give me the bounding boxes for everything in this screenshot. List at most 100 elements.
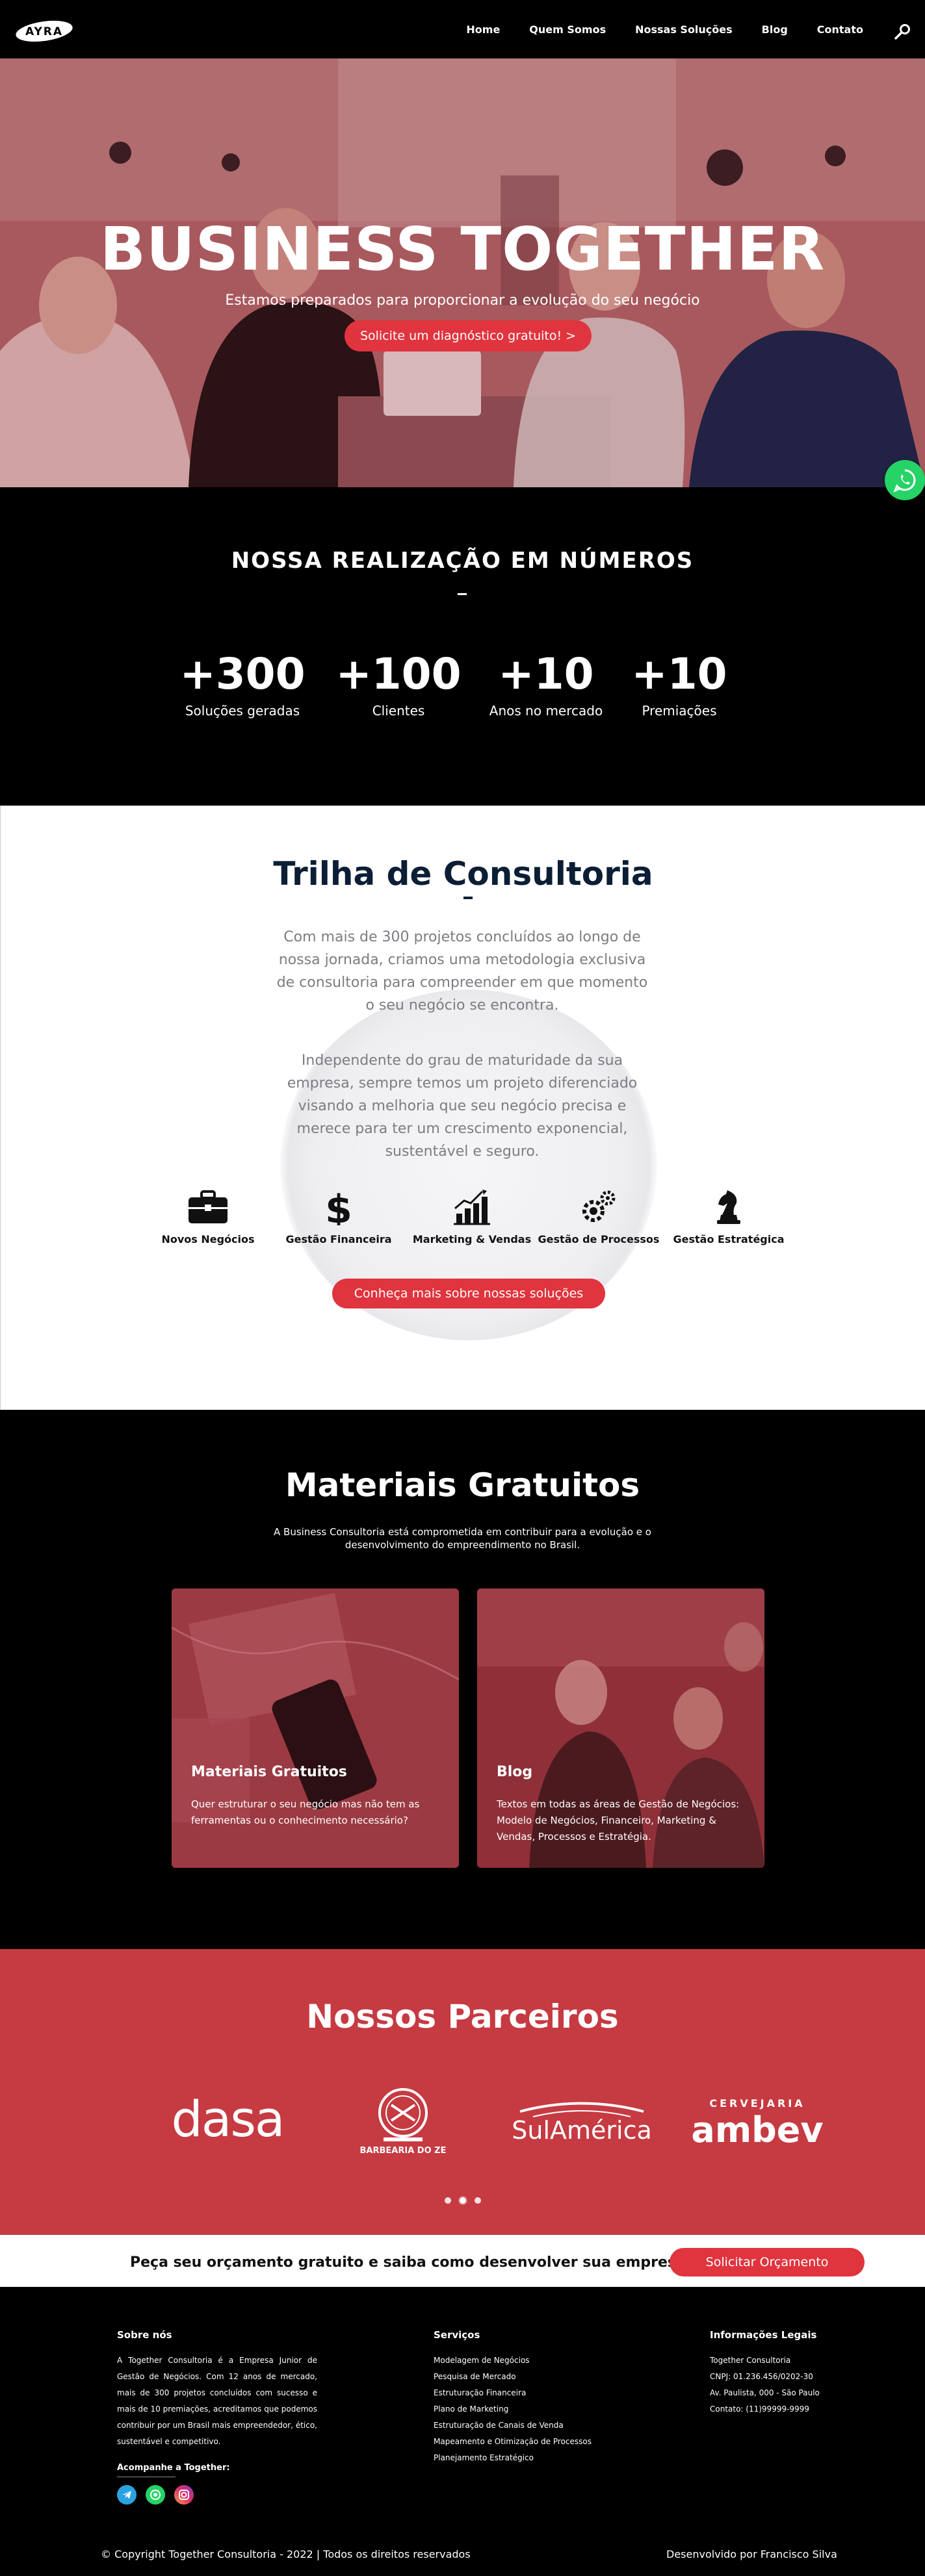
telegram-icon[interactable] xyxy=(117,2485,137,2505)
briefcase-icon xyxy=(189,1190,228,1223)
materiais-description: A Business Consultoria está comprometida… xyxy=(274,1526,651,1551)
service-label: Gestão Financeira xyxy=(285,1233,392,1245)
carousel-dot[interactable] xyxy=(444,2197,451,2204)
ayra-logo[interactable]: AYRA xyxy=(14,18,74,44)
nav-link-blog[interactable]: Blog xyxy=(762,23,788,36)
footer-legal-title: Informações Legais xyxy=(710,2329,817,2341)
service-gestao-processos[interactable]: Gestão de Processos xyxy=(534,1189,664,1245)
footer-services-title: Serviços xyxy=(434,2329,480,2341)
nav-link-contato[interactable]: Contato xyxy=(817,23,863,36)
footer-service-link[interactable]: Modelagem de Negócios xyxy=(434,2353,592,2369)
card-materiais-gratuitos[interactable]: Materiais Gratuitos Quer estruturar o se… xyxy=(172,1588,459,1868)
stat-anos: +10 Anos no mercado xyxy=(468,648,624,719)
svg-text:CERVEJARIA: CERVEJARIA xyxy=(709,2097,805,2110)
stat-label: Anos no mercado xyxy=(489,703,603,719)
card-text: Textos em todas as áreas de Gestão de Ne… xyxy=(497,1798,740,1843)
footer-about-text: A Together Consultoria é a Empresa Junio… xyxy=(117,2356,317,2446)
stat-clientes: +100 Clientes xyxy=(320,648,476,719)
legal-address: Av. Paulista, 000 - São Paulo xyxy=(710,2388,820,2397)
hero-title: BUSINESS TOGETHER xyxy=(99,214,826,284)
carousel-dot[interactable] xyxy=(474,2197,481,2204)
carousel-dots xyxy=(0,2197,925,2204)
nav-link-quem-somos[interactable]: Quem Somos xyxy=(529,23,606,36)
stat-label: Soluções geradas xyxy=(185,703,300,719)
svg-text:BARBEARIA DO ZE: BARBEARIA DO ZE xyxy=(360,2146,447,2156)
materiais-section: Materiais Gratuitos A Business Consultor… xyxy=(0,1410,925,1949)
stat-value: +10 xyxy=(498,649,594,699)
service-gestao-financeira[interactable]: $ Gestão Financeira xyxy=(274,1189,404,1245)
solutions-button[interactable]: Conheça mais sobre nossas soluções xyxy=(332,1279,605,1308)
stat-label: Premiações xyxy=(642,703,717,719)
chess-knight-icon xyxy=(717,1190,740,1224)
footer-about: Sobre nós A Together Consultoria é a Emp… xyxy=(117,2329,317,2505)
footer-service-link[interactable]: Estruturação de Canais de Venda xyxy=(434,2417,592,2434)
footer-services-list: Modelagem de Negócios Pesquisa de Mercad… xyxy=(434,2353,592,2466)
search-icon[interactable] xyxy=(894,23,911,40)
stat-solucoes: +300 Soluções geradas xyxy=(164,648,320,719)
partner-barbearia-logo: BARBEARIA DO ZE xyxy=(351,2085,455,2157)
partner-sulamerica-logo: SulAmérica xyxy=(507,2085,657,2157)
footer-services: Serviços Modelagem de Negócios Pesquisa … xyxy=(434,2329,592,2466)
service-label: Novos Negócios xyxy=(161,1233,255,1245)
footer-about-title: Sobre nós xyxy=(117,2329,172,2341)
growth-chart-icon xyxy=(454,1190,490,1225)
service-gestao-estrategica[interactable]: Gestão Estratégica xyxy=(664,1189,794,1245)
title-divider xyxy=(458,593,467,595)
carousel-dot-active[interactable] xyxy=(459,2197,466,2204)
trilha-paragraph-1: Com mais de 300 projetos concluídos ao l… xyxy=(276,929,648,1014)
stat-value: +300 xyxy=(179,649,306,699)
dollar-icon: $ xyxy=(325,1189,352,1225)
legal-company: Together Consultoria xyxy=(710,2356,791,2365)
cta-text: Peça seu orçamento gratuito e saiba como… xyxy=(130,2254,692,2271)
legal-cnpj: CNPJ: 01.236.456/0202-30 xyxy=(710,2372,813,2381)
hero-section: BUSINESS TOGETHER Estamos preparados par… xyxy=(0,58,925,487)
instagram-icon[interactable] xyxy=(174,2485,194,2505)
stat-value: +100 xyxy=(335,649,462,699)
numbers-section: NOSSA REALIZAÇÃO EM NÚMEROS +300 Soluçõe… xyxy=(0,487,925,806)
gears-icon xyxy=(582,1190,616,1222)
copyright-text: © Copyright Together Consultoria - 2022 … xyxy=(101,2548,471,2560)
partner-dasa-logo: dasa xyxy=(156,2085,299,2157)
svg-text:dasa: dasa xyxy=(172,2092,284,2148)
parceiros-section: Nossos Parceiros dasa BARBEARIA DO ZE Su… xyxy=(0,1949,925,2235)
title-divider xyxy=(463,897,473,899)
nav-menu: Home Quem Somos Nossas Soluções Blog Con… xyxy=(437,23,863,36)
cta-banner: Peça seu orçamento gratuito e saiba como… xyxy=(0,2235,925,2287)
svg-text:SulAmérica: SulAmérica xyxy=(512,2116,652,2145)
service-label: Gestão Estratégica xyxy=(673,1233,785,1245)
stat-label: Clientes xyxy=(372,703,425,719)
trilha-paragraph-2: Independente do grau de maturidade da su… xyxy=(287,1052,638,1160)
service-novos-negocios[interactable]: Novos Negócios xyxy=(143,1189,273,1245)
footer-service-link[interactable]: Planejamento Estratégico xyxy=(434,2450,592,2466)
footer-service-link[interactable]: Estruturação Financeira xyxy=(434,2385,592,2401)
developer-credit[interactable]: Desenvolvido por Francisco Silva xyxy=(666,2548,837,2560)
nav-link-nossas-solucoes[interactable]: Nossas Soluções xyxy=(635,23,733,36)
request-quote-button[interactable]: Solicitar Orçamento xyxy=(670,2248,865,2276)
legal-phone: Contato: (11)99999-9999 xyxy=(710,2404,809,2414)
card-title: Blog xyxy=(497,1764,533,1780)
parceiros-title: Nossos Parceiros xyxy=(306,1998,619,2035)
stat-value: +10 xyxy=(631,649,727,699)
hero-subtitle: Estamos preparados para proporcionar a e… xyxy=(225,292,700,309)
footer-service-link[interactable]: Plano de Marketing xyxy=(434,2401,592,2417)
service-label: Gestão de Processos xyxy=(538,1233,660,1245)
card-text: Quer estruturar o seu negócio mas não te… xyxy=(191,1798,420,1826)
logo-text: AYRA xyxy=(25,25,63,38)
whatsapp-icon[interactable] xyxy=(146,2485,165,2505)
whatsapp-float-button[interactable] xyxy=(885,460,925,500)
footer-service-link[interactable]: Mapeamento e Otimização de Processos xyxy=(434,2434,592,2450)
card-blog[interactable]: Blog Textos em todas as áreas de Gestão … xyxy=(477,1588,764,1868)
footer-service-link[interactable]: Pesquisa de Mercado xyxy=(434,2369,592,2385)
service-marketing-vendas[interactable]: Marketing & Vendas xyxy=(407,1189,537,1245)
numbers-title: NOSSA REALIZAÇÃO EM NÚMEROS xyxy=(231,548,694,574)
svg-text:ambev: ambev xyxy=(691,2110,823,2150)
footer-legal-list: Together Consultoria CNPJ: 01.236.456/02… xyxy=(710,2353,820,2417)
card-title: Materiais Gratuitos xyxy=(191,1764,347,1780)
whatsapp-icon xyxy=(893,469,916,492)
top-navbar: AYRA Home Quem Somos Nossas Soluções Blo… xyxy=(0,0,925,58)
footer-legal: Informações Legais Together Consultoria … xyxy=(710,2329,820,2417)
service-label: Marketing & Vendas xyxy=(412,1233,532,1245)
diagnostic-button[interactable]: Solicite um diagnóstico gratuito! > xyxy=(345,320,592,351)
stat-premiacoes: +10 Premiações xyxy=(601,648,757,719)
nav-link-home[interactable]: Home xyxy=(466,23,500,36)
